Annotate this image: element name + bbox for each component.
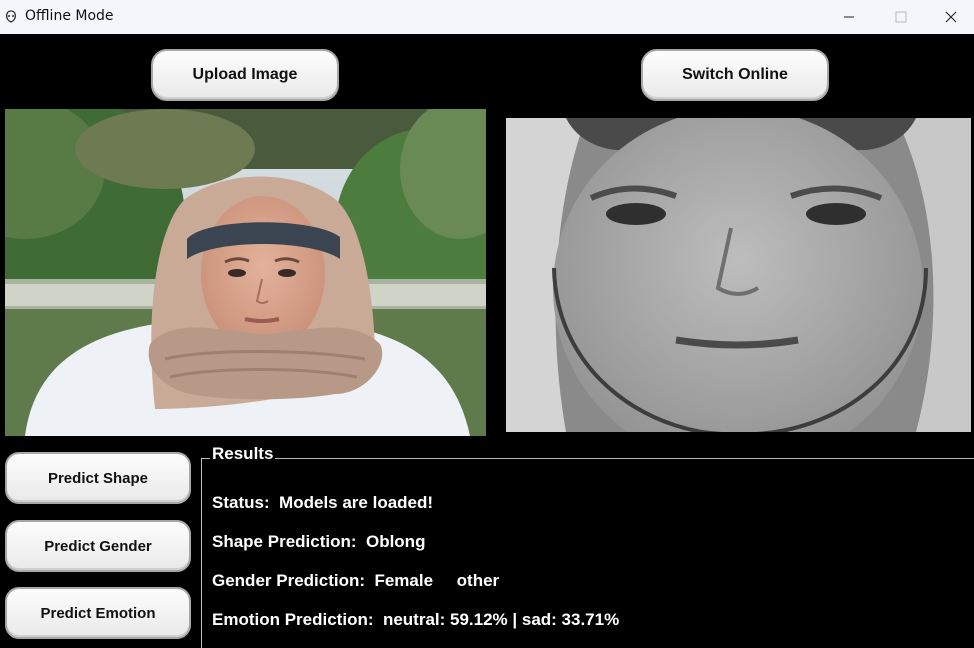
feather-icon bbox=[5, 10, 17, 23]
predict-gender-button[interactable]: Predict Gender bbox=[5, 520, 191, 572]
emotion-prediction-text: Emotion Prediction: neutral: 59.12% | sa… bbox=[212, 610, 620, 629]
status-text: Status: Models are loaded! bbox=[212, 493, 434, 512]
processed-face-image bbox=[506, 118, 971, 432]
upload-image-button[interactable]: Upload Image bbox=[151, 49, 339, 101]
window-titlebar: Offline Mode bbox=[0, 0, 974, 34]
predict-emotion-button[interactable]: Predict Emotion bbox=[5, 587, 191, 639]
close-icon bbox=[945, 11, 957, 23]
results-legend: Results bbox=[210, 444, 276, 464]
original-image bbox=[5, 109, 486, 436]
predict-shape-button[interactable]: Predict Shape bbox=[5, 452, 191, 504]
results-panel: Results Status: Models are loaded! Shape… bbox=[201, 444, 974, 648]
gender-prediction-text: Gender Prediction: Female other bbox=[212, 571, 500, 590]
minimize-button[interactable] bbox=[826, 0, 872, 34]
window-title: Offline Mode bbox=[25, 8, 114, 24]
main-area: Upload Image Switch Online Predict Shape… bbox=[0, 34, 974, 648]
maximize-icon bbox=[895, 11, 907, 23]
maximize-button[interactable] bbox=[878, 0, 924, 34]
switch-online-button[interactable]: Switch Online bbox=[641, 49, 829, 101]
close-button[interactable] bbox=[928, 0, 974, 34]
shape-prediction-text: Shape Prediction: Oblong bbox=[212, 532, 426, 551]
minimize-icon bbox=[844, 16, 854, 18]
